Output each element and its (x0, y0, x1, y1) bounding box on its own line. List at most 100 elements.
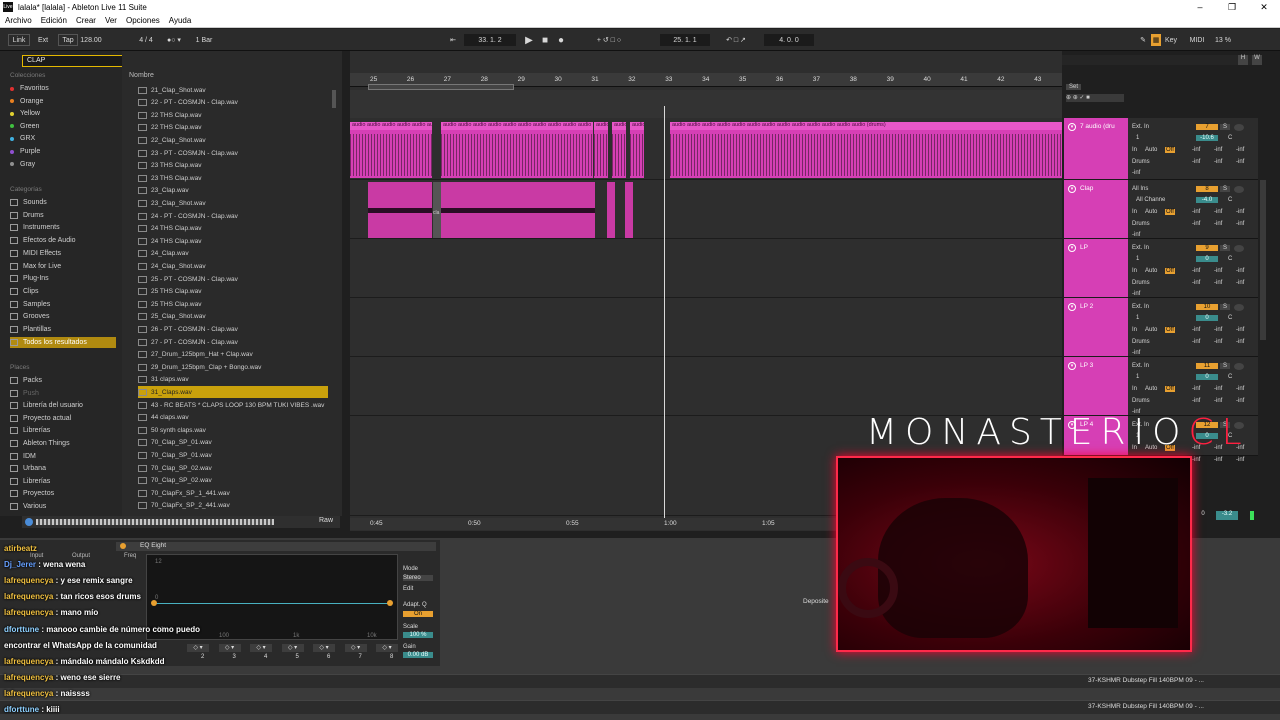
preview-toggle-icon[interactable] (25, 518, 33, 526)
file-item[interactable]: 31_Claps.wav (138, 386, 328, 399)
arm-icon[interactable] (1234, 304, 1244, 311)
master-pan-field[interactable]: 0 (1194, 511, 1212, 520)
output-select[interactable]: Drums (1132, 339, 1150, 345)
input-type-select[interactable]: Ext. In (1132, 363, 1149, 369)
eq-band-filter-icon[interactable]: ◇ ▾ (313, 644, 335, 652)
place-item[interactable]: Urbana (10, 463, 46, 474)
file-item[interactable]: 26 - PT - COSMJN - Clap.wav (138, 323, 328, 335)
metronome-icon[interactable]: ●○ ▾ (162, 34, 186, 46)
monitor-in-button[interactable]: In (1132, 147, 1137, 153)
category-item[interactable]: Plug-Ins (10, 273, 49, 284)
record-icon[interactable]: ● (554, 34, 568, 46)
minimize-icon[interactable]: – (1184, 0, 1216, 14)
file-item[interactable]: 23 THS Clap.wav (138, 160, 328, 172)
eq-band-filter-icon[interactable]: ◇ ▾ (376, 644, 398, 652)
input-channel-select[interactable]: 1 (1136, 135, 1139, 141)
file-item[interactable]: 22 THS Clap.wav (138, 122, 328, 134)
audio-clip[interactable]: audio audio audio audio audio audio audi… (670, 122, 1062, 178)
master-volume-field[interactable]: -3.2 (1216, 511, 1238, 520)
track-name[interactable]: LP 2 (1080, 303, 1093, 310)
follow-icon[interactable]: ⇤ (445, 34, 461, 46)
gain-field[interactable]: 0.00 dB (403, 652, 433, 658)
eq-band-number[interactable]: 2 (201, 654, 204, 660)
audio-clip[interactable]: audio audio audio audio audio audio audi… (630, 122, 644, 178)
place-item[interactable]: Packs (10, 375, 42, 386)
category-item[interactable]: Sounds (10, 197, 47, 208)
monitor-off-button[interactable]: Off (1165, 327, 1175, 333)
volume-field[interactable]: -4.0 (1196, 197, 1218, 203)
monitor-off-button[interactable]: Off (1165, 268, 1175, 274)
clap-clip-small[interactable]: cla (433, 182, 441, 238)
bottom-clip-name[interactable]: 37-KSHMR Dubstep Fill 140BPM 09 - ... (1088, 677, 1204, 684)
monitor-off-button[interactable]: Off (1165, 147, 1175, 153)
category-item[interactable]: Clips (10, 286, 39, 297)
arm-icon[interactable] (1234, 186, 1244, 193)
adapt-q-toggle[interactable]: On (403, 611, 433, 617)
category-item[interactable]: Plantillas (10, 324, 51, 335)
monitor-auto-button[interactable]: Auto (1145, 268, 1157, 274)
song-position-field[interactable]: 33. 1. 2 (464, 34, 516, 46)
clap-clip[interactable] (441, 182, 595, 238)
arm-icon[interactable] (1234, 124, 1244, 131)
file-item[interactable]: 44 claps.wav (138, 412, 328, 424)
file-item[interactable]: 31 claps.wav (138, 374, 328, 386)
preview-waveform[interactable] (36, 519, 274, 525)
w-button[interactable]: W (1252, 55, 1262, 65)
track-name[interactable]: LP (1080, 244, 1088, 251)
collection-item[interactable]: Purple (10, 146, 40, 157)
category-item[interactable]: Efectos de Audio (10, 235, 76, 246)
track-number-button[interactable]: 9 (1196, 245, 1218, 251)
collection-item[interactable]: Favoritos (10, 83, 49, 94)
solo-button[interactable]: S (1220, 186, 1230, 192)
file-item[interactable]: 23 THS Clap.wav (138, 172, 328, 184)
file-item[interactable]: 21_Clap_Shot.wav (138, 84, 328, 96)
eq-band-number[interactable]: 4 (264, 654, 267, 660)
pan-field[interactable]: C (1228, 197, 1232, 203)
eq-band-filter-icon[interactable]: ◇ ▾ (344, 644, 367, 652)
arm-icon[interactable] (1234, 363, 1244, 370)
track-number-button[interactable]: 8 (1196, 186, 1218, 192)
play-icon[interactable]: ▶ (522, 34, 536, 46)
file-item[interactable]: 70_ClapFx_SP_2_441.wav (138, 500, 328, 512)
pan-field[interactable]: C (1228, 135, 1232, 141)
link-button[interactable]: Link (8, 34, 30, 46)
solo-button[interactable]: S (1220, 363, 1230, 369)
track-lane-lp3[interactable] (350, 357, 1062, 416)
overdub-icon[interactable]: + ↺ □ ○ (578, 34, 640, 46)
file-item[interactable]: 23 - PT - COSMJN - Clap.wav (138, 147, 328, 159)
eq-band-filter-icon[interactable]: ◇ ▾ (250, 644, 272, 652)
pan-field[interactable]: C (1228, 315, 1232, 321)
bottom-clip-name[interactable]: 37-KSHMR Dubstep Fill 140BPM 09 - ... (1088, 703, 1204, 710)
monitor-auto-button[interactable]: Auto (1145, 327, 1157, 333)
track-lane-clap[interactable]: cla (350, 180, 1062, 239)
set-controls-icon[interactable]: ⊕ ⊕ ✓ ■ (1066, 94, 1124, 102)
file-item[interactable]: 25 THS Clap.wav (138, 286, 328, 298)
raw-button[interactable]: Raw (319, 517, 333, 524)
file-item[interactable]: 29_Drum_125bpm_Clap + Bongo.wav (138, 361, 328, 373)
monitor-in-button[interactable]: In (1132, 209, 1137, 215)
place-item[interactable]: IDM (10, 451, 36, 462)
output-select[interactable]: Drums (1132, 159, 1150, 165)
monitor-in-button[interactable]: In (1132, 386, 1137, 392)
menu-edicion[interactable]: Edición (41, 16, 67, 25)
loop-icon[interactable]: ↶ □ ↗ (712, 34, 760, 46)
bpm-field[interactable]: 128.00 (78, 34, 104, 46)
file-item[interactable]: 70_Clap_SP_02.wav (138, 475, 328, 487)
track-number-button[interactable]: 10 (1196, 304, 1218, 310)
file-item[interactable]: 23_Clap_Shot.wav (138, 197, 328, 209)
input-channel-select[interactable]: All Channe (1136, 197, 1165, 203)
monitor-auto-button[interactable]: Auto (1145, 209, 1157, 215)
track-header[interactable]: ▾ LP 2 (1064, 298, 1128, 357)
eq-band-handle[interactable] (387, 600, 393, 606)
place-item[interactable]: Proyectos (10, 488, 54, 499)
place-item[interactable]: Push (10, 388, 39, 399)
eq-band-filter-icon[interactable]: ◇ ▾ (187, 644, 209, 652)
audio-clip[interactable]: audio audio audio audio audio audio audi… (441, 122, 593, 178)
menu-opciones[interactable]: Opciones (126, 16, 160, 25)
audio-clip[interactable]: audio audio audio audio audio audio audi… (612, 122, 626, 178)
mode-select[interactable]: Stereo (403, 575, 433, 581)
file-item[interactable]: 50 synth claps.wav (138, 424, 328, 436)
collection-item[interactable]: Yellow (10, 108, 40, 119)
monitor-off-button[interactable]: Off (1165, 386, 1175, 392)
volume-field[interactable]: 0 (1196, 374, 1218, 380)
